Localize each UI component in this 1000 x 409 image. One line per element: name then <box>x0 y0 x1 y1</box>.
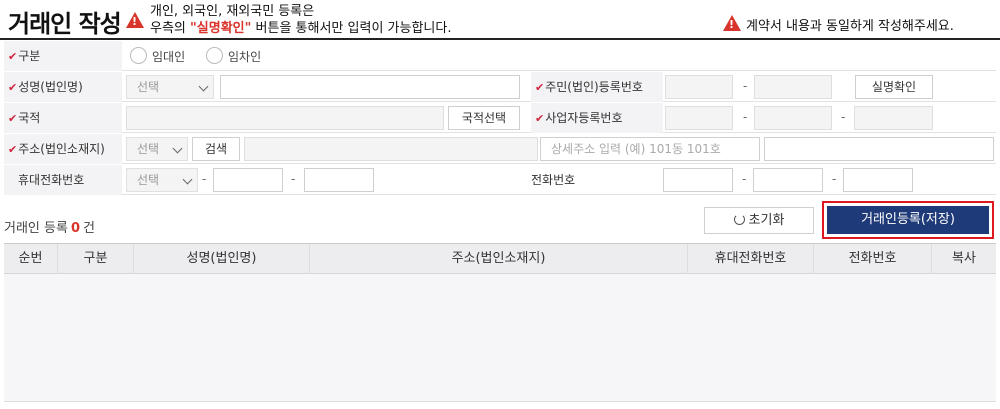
phone-prefix-input[interactable] <box>663 168 733 192</box>
radio-lessor-label: 임대인 <box>152 50 186 64</box>
col-name: 성명(법인명) <box>134 244 310 274</box>
biz-no-part3-input[interactable] <box>854 106 933 130</box>
dash: - <box>832 172 837 186</box>
mobile-last-input[interactable] <box>304 168 374 192</box>
name-type-select[interactable]: 선택 <box>126 75 214 99</box>
col-mobile: 휴대전화번호 <box>688 244 814 274</box>
name-label: ✔성명(법인명) <box>4 72 122 102</box>
form-row-name: ✔성명(법인명) 선택 ✔주민(법인)등록번호 - 실명확인 <box>4 72 996 102</box>
trader-count: 거래인 등록 0 건 <box>4 221 95 236</box>
address-input[interactable] <box>244 137 538 161</box>
radio-lessee[interactable] <box>206 47 223 64</box>
mobile-label: 휴대전화번호 <box>4 165 122 195</box>
name-input[interactable] <box>220 75 520 99</box>
radio-lessor[interactable] <box>130 47 147 64</box>
page-header: 거래인 작성 개인, 외국인, 재외국민 등록은 우측의 "실명확인" 버튼을 … <box>0 0 1000 40</box>
dash: - <box>743 79 748 93</box>
contract-notice: 계약서 내용과 동일하게 작성해주세요. <box>746 19 954 34</box>
registration-notice: 개인, 외국인, 재외국민 등록은 우측의 "실명확인" 버튼을 통해서만 입력… <box>150 3 451 37</box>
chevron-down-icon <box>198 81 209 92</box>
col-copy: 복사 <box>952 251 976 266</box>
warning-icon <box>126 12 144 28</box>
radio-lessee-label: 임차인 <box>228 50 262 64</box>
phone-last-input[interactable] <box>843 168 913 192</box>
col-address: 주소(법인소재지) <box>310 244 688 274</box>
address-search-button[interactable]: 검색 <box>192 137 240 161</box>
address-detail-input[interactable]: 상세주소 입력 (예) 101동 101호 <box>540 137 760 161</box>
required-mark-icon: ✔ <box>8 112 18 125</box>
form-row-nationality: ✔국적 국적선택 ✔사업자등록번호 - - <box>4 103 996 133</box>
address-extra-input[interactable] <box>764 137 994 161</box>
reg-no-front-input[interactable] <box>665 75 733 99</box>
form-row-address: ✔주소(법인소재지) 선택 검색 상세주소 입력 (예) 101동 101호 <box>4 134 996 164</box>
phone-middle-input[interactable] <box>753 168 823 192</box>
biz-no-part2-input[interactable] <box>754 106 832 130</box>
required-mark-icon: ✔ <box>8 81 18 94</box>
chevron-down-icon <box>172 143 183 154</box>
mobile-middle-input[interactable] <box>213 168 283 192</box>
nationality-label: ✔국적 <box>4 103 122 133</box>
count-value: 0 <box>70 221 80 236</box>
dash: - <box>743 110 748 124</box>
required-mark-icon: ✔ <box>8 143 18 156</box>
required-mark-icon: ✔ <box>535 112 545 125</box>
mobile-prefix-select[interactable]: 선택 <box>126 168 198 192</box>
notice-highlight: "실명확인" <box>190 21 252 36</box>
page-title: 거래인 작성 <box>8 10 122 38</box>
notice-line-2: 우측의 "실명확인" 버튼을 통해서만 입력이 가능합니다. <box>150 21 452 36</box>
phone-label: 전화번호 <box>531 173 576 187</box>
required-mark-icon: ✔ <box>8 50 18 63</box>
nationality-select-button[interactable]: 국적선택 <box>448 106 520 130</box>
warning-icon <box>723 15 741 31</box>
register-trader-button[interactable]: 거래인등록(저장) <box>827 206 989 234</box>
required-mark-icon: ✔ <box>535 81 545 94</box>
address-type-select[interactable]: 선택 <box>126 137 188 161</box>
form-row-type: ✔구분 임대인 임차인 <box>4 41 996 71</box>
table-header: 순번 구분 성명(법인명) 주소(법인소재지) 휴대전화번호 전화번호 복사 <box>4 243 996 274</box>
reg-no-label: ✔주민(법인)등록번호 <box>531 72 663 102</box>
col-no: 순번 <box>4 244 58 274</box>
dash: - <box>841 110 846 124</box>
register-button-highlight: 거래인등록(저장) <box>822 201 994 239</box>
type-label: ✔구분 <box>4 41 122 71</box>
reg-no-back-input[interactable] <box>754 75 832 99</box>
chevron-down-icon <box>182 174 193 185</box>
form-row-phone: 휴대전화번호 선택 - - 전화번호 - - <box>4 165 996 195</box>
dash: - <box>291 172 296 186</box>
verify-name-button[interactable]: 실명확인 <box>855 75 933 99</box>
refresh-icon <box>733 214 745 225</box>
dash: - <box>742 172 747 186</box>
notice-line-1: 개인, 외국인, 재외국민 등록은 <box>150 4 315 19</box>
trader-table-body <box>4 274 996 402</box>
address-label: ✔주소(법인소재지) <box>4 134 122 164</box>
col-phone: 전화번호 <box>814 244 932 274</box>
col-type: 구분 <box>58 244 134 274</box>
nationality-input[interactable] <box>126 106 444 130</box>
biz-no-part1-input[interactable] <box>665 106 733 130</box>
dash: - <box>202 172 207 186</box>
reset-button[interactable]: 초기화 <box>704 207 814 234</box>
biz-no-label: ✔사업자등록번호 <box>531 103 663 133</box>
